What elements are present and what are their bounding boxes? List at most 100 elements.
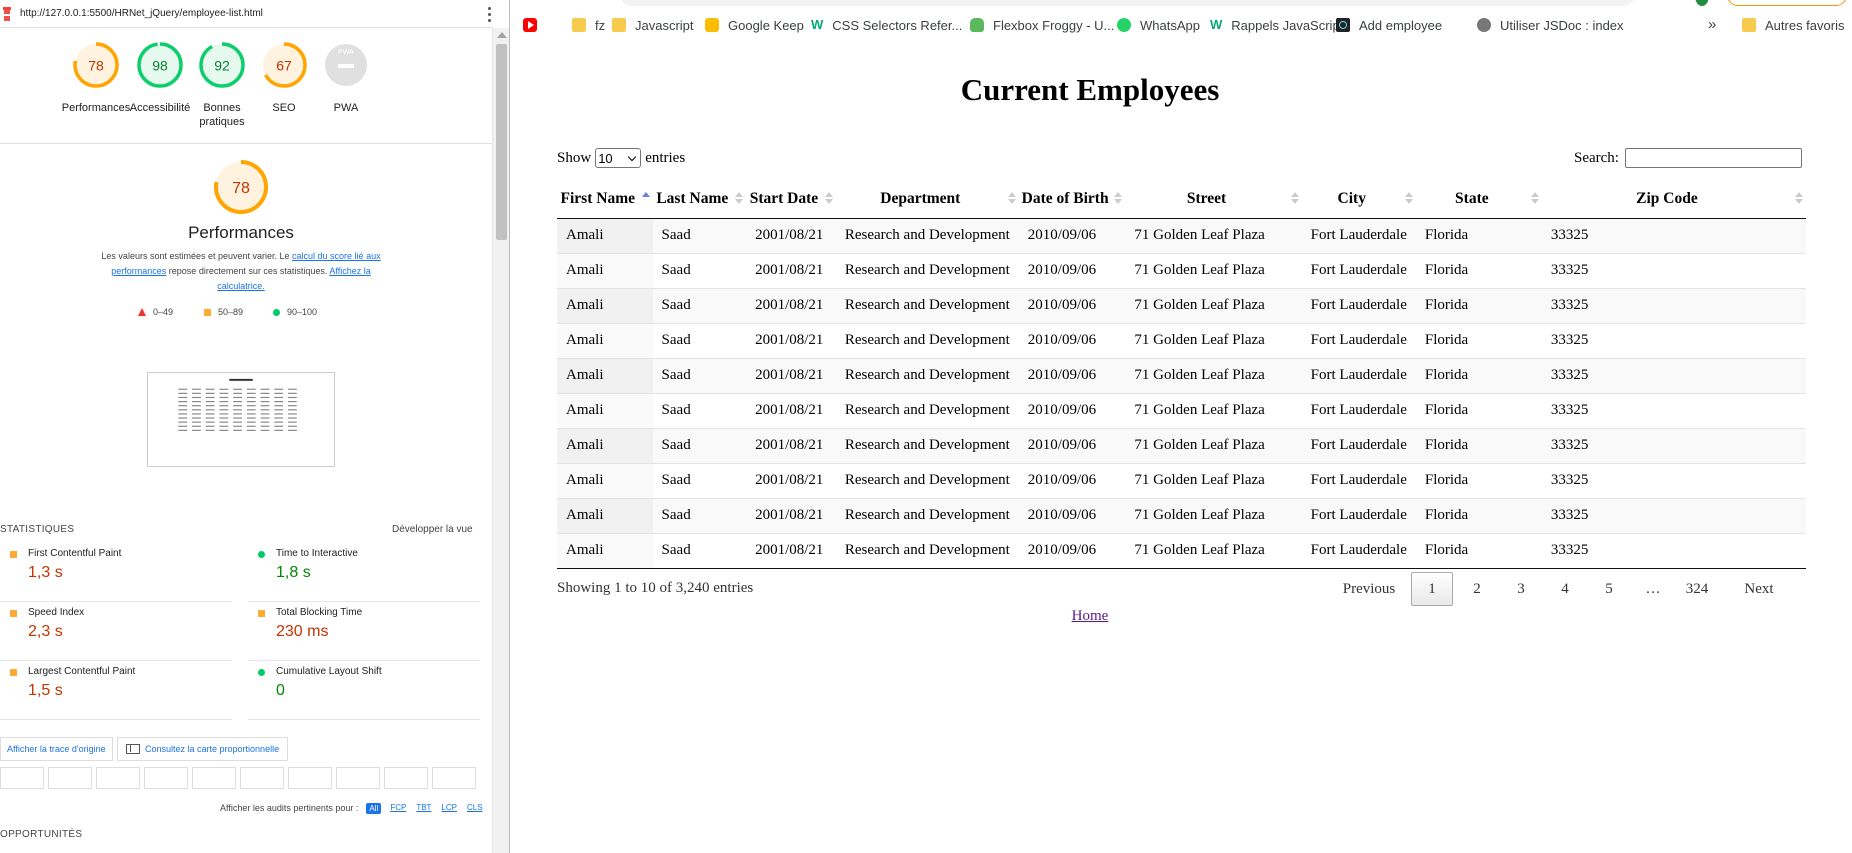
table-cell: Saad — [652, 428, 747, 464]
page-button[interactable]: 4 — [1543, 572, 1587, 606]
table-cell: 33325 — [1541, 393, 1806, 429]
bookmark-autres-favoris[interactable]: Autres favoris — [1742, 14, 1844, 36]
table-cell: Amali — [557, 533, 653, 569]
previous-page-button[interactable]: Previous — [1329, 572, 1409, 606]
metric-largest-contentful-paint: Largest Contentful Paint 1,5 s — [0, 662, 232, 720]
column-header-date-of-birth[interactable]: Date of Birth — [1018, 180, 1126, 219]
column-header-street[interactable]: Street — [1125, 180, 1302, 219]
category-label: PWA — [333, 102, 359, 114]
page-size-select[interactable]: 10 — [595, 148, 642, 168]
bookmark-css-selectors-refer[interactable]: W CSS Selectors Refer... — [811, 14, 962, 36]
scrollbar-thumb[interactable] — [496, 44, 507, 240]
column-header-department[interactable]: Department — [835, 180, 1019, 219]
legend-range: 0–49 — [153, 307, 174, 317]
sort-both-icon — [1290, 192, 1299, 206]
bookmark-javascript[interactable]: Javascript — [612, 14, 694, 36]
search-input[interactable] — [1624, 148, 1802, 168]
metric-time-to-interactive: Time to Interactive 1,8 s — [248, 544, 480, 602]
table-cell: Research and Development — [835, 218, 1019, 254]
bookmark-label: Utiliser JSDoc : index — [1500, 17, 1624, 33]
lighthouse-scrollbar[interactable] — [492, 28, 509, 853]
column-header-city[interactable]: City — [1301, 180, 1416, 219]
bookmark-rappels-javascript[interactable]: W Rappels JavaScript — [1210, 14, 1343, 36]
metric-name: Total Blocking Time — [276, 607, 363, 618]
bookmark-fz[interactable]: fz — [572, 14, 605, 36]
table-cell: 33325 — [1541, 323, 1806, 359]
category-gauge-pwa[interactable]: PWA PWA — [306, 40, 386, 115]
table-cell: Fort Lauderdale — [1301, 218, 1416, 254]
table-cell: 2010/09/06 — [1018, 218, 1126, 254]
update-button[interactable] — [1727, 0, 1847, 6]
profile-avatar[interactable] — [1695, 0, 1709, 6]
address-bar[interactable] — [620, 0, 1635, 6]
more-options-icon[interactable] — [486, 5, 492, 23]
column-header-state[interactable]: State — [1415, 180, 1542, 219]
table-cell: Research and Development — [835, 253, 1019, 289]
column-header-label: Zip Code — [1636, 189, 1698, 207]
table-cell: 2010/09/06 — [1018, 533, 1126, 569]
audit-filter-all[interactable]: All — [366, 802, 382, 814]
column-header-start-date[interactable]: Start Date — [746, 180, 836, 219]
column-header-label: Street — [1186, 189, 1227, 207]
table-cell: Amali — [557, 358, 653, 394]
column-header-first-name[interactable]: First Name — [557, 180, 653, 219]
table-cell: Research and Development — [835, 498, 1019, 534]
home-link[interactable]: Home — [510, 608, 1670, 625]
bookmark-whatsapp[interactable]: WhatsApp — [1117, 14, 1200, 36]
bookmark-youtube[interactable] — [523, 14, 537, 36]
current-page-button[interactable]: 1 — [1411, 572, 1453, 606]
divider — [0, 143, 492, 144]
column-header-last-name[interactable]: Last Name — [652, 180, 747, 219]
audit-filter-lcp[interactable]: LCP — [440, 803, 458, 814]
bookmark-flexbox-froggy-u[interactable]: Flexbox Froggy - U... — [970, 14, 1114, 36]
table-cell: 2001/08/21 — [746, 498, 836, 534]
table-cell: Saad — [652, 253, 747, 289]
table-cell: 2001/08/21 — [746, 533, 836, 569]
table-cell: 2010/09/06 — [1018, 498, 1126, 534]
bookmark-utiliser-jsdoc-index[interactable]: Utiliser JSDoc : index — [1477, 14, 1624, 36]
react-icon — [1336, 18, 1350, 32]
bookmark-add-employee[interactable]: Add employee — [1336, 14, 1442, 36]
lighthouse-logo-icon — [3, 7, 11, 21]
table-cell: 33325 — [1541, 218, 1806, 254]
table-cell: Research and Development — [835, 323, 1019, 359]
browser-content: fz Javascript Google Keep W CSS Selectors Re… — [510, 0, 1852, 853]
average-square-icon — [10, 669, 17, 676]
table-cell: 33325 — [1541, 498, 1806, 534]
legend-fail: 0–49 — [138, 307, 173, 317]
view-trace-button[interactable]: Afficher la trace d'origine — [0, 737, 113, 761]
table-cell: Fort Lauderdale — [1301, 323, 1416, 359]
metric-name: Cumulative Layout Shift — [276, 666, 382, 677]
metric-total-blocking-time: Total Blocking Time 230 ms — [248, 603, 480, 661]
metric-name: Speed Index — [28, 607, 85, 618]
table-cell: Saad — [652, 463, 747, 499]
filmstrip-frame — [192, 767, 236, 789]
final-screenshot-thumbnail[interactable] — [147, 372, 335, 467]
filmstrip-frame — [432, 767, 476, 789]
whatsapp-icon — [1117, 18, 1131, 32]
performance-description: Les valeurs sont estimées et peuvent var… — [96, 249, 386, 294]
page-button[interactable]: 3 — [1499, 572, 1543, 606]
bookmark-google-keep[interactable]: Google Keep — [705, 14, 804, 36]
opportunities-title: OPPORTUNITÉS — [0, 829, 83, 840]
audit-filter-row: Afficher les audits pertinents pour : Al… — [220, 801, 484, 815]
metric-value: 1,8 s — [276, 564, 311, 581]
more-bookmarks-chevron-icon[interactable]: » — [1708, 14, 1716, 36]
table-cell: 33325 — [1541, 358, 1806, 394]
page-button[interactable]: 5 — [1587, 572, 1631, 606]
desc-text: repose directement sur ces statistiques. — [166, 266, 330, 276]
scroll-up-arrow-icon[interactable] — [497, 32, 507, 38]
next-page-button[interactable]: Next — [1719, 572, 1799, 606]
stats-header: STATISTIQUES Développer la vue — [0, 521, 480, 537]
expand-view-toggle[interactable]: Développer la vue — [392, 524, 473, 535]
table-cell: 33325 — [1541, 428, 1806, 464]
page-button[interactable]: 324 — [1675, 572, 1719, 606]
column-header-zip-code[interactable]: Zip Code — [1541, 180, 1806, 219]
audit-filter-tbt[interactable]: TBT — [415, 803, 432, 814]
audit-filter-fcp[interactable]: FCP — [389, 803, 407, 814]
treemap-button[interactable]: Consultez la carte proportionnelle — [117, 737, 289, 761]
page-button[interactable]: 2 — [1455, 572, 1499, 606]
metric-cumulative-layout-shift: Cumulative Layout Shift 0 — [248, 662, 480, 720]
table-cell: Fort Lauderdale — [1301, 288, 1416, 324]
audit-filter-cls[interactable]: CLS — [466, 803, 484, 814]
